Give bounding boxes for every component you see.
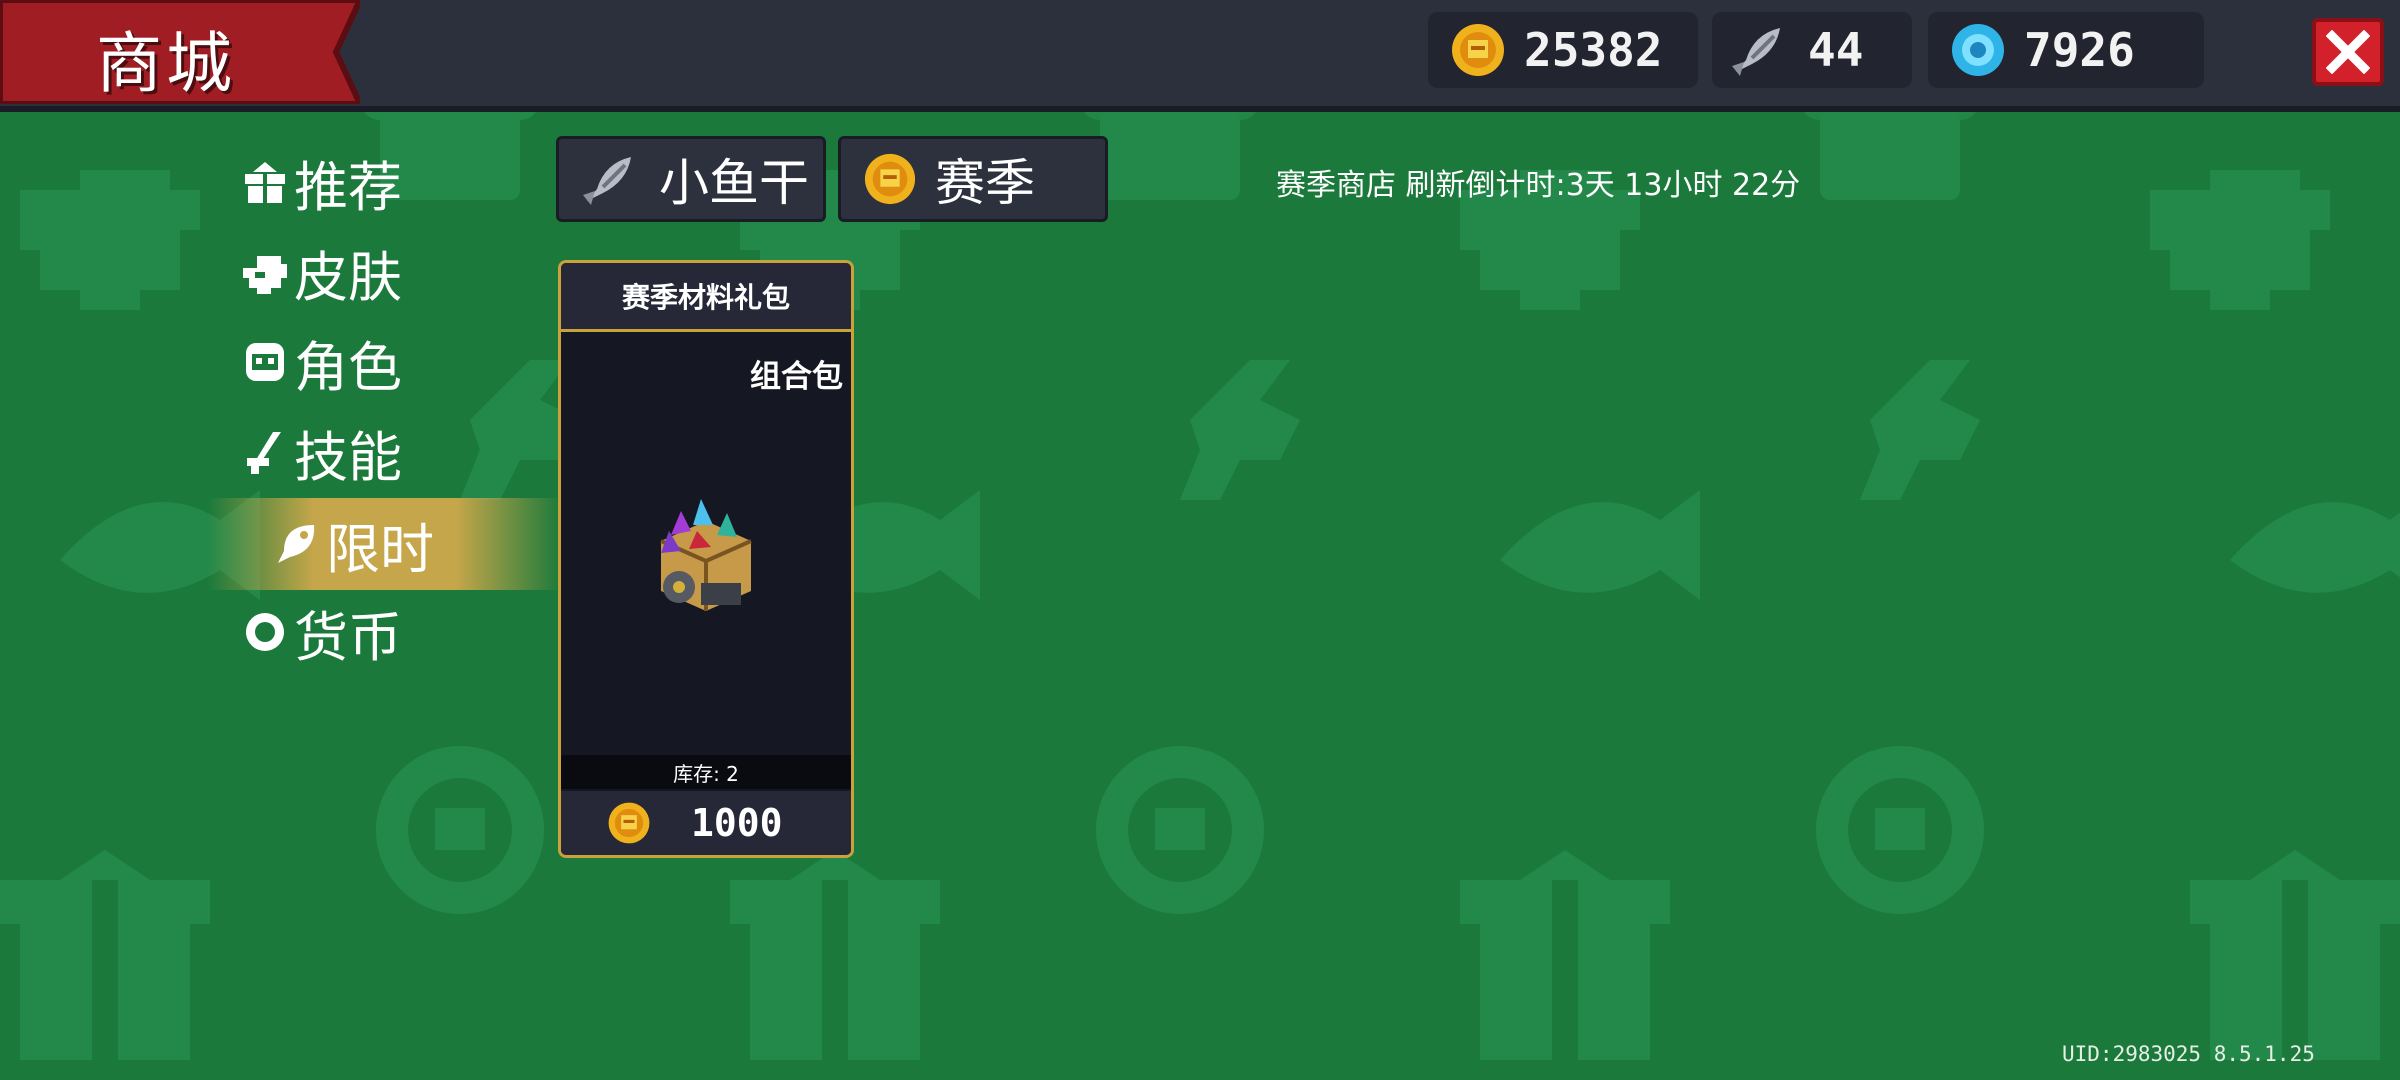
uid-version: UID:2983025 8.5.1.25 (2062, 1042, 2315, 1066)
tab-label: 小鱼干 (659, 154, 809, 212)
sidebar-item-label: 皮肤 (294, 245, 402, 309)
dried-fish-icon (581, 151, 641, 207)
close-icon (2326, 30, 2370, 74)
tab-season[interactable]: 赛季 (838, 136, 1108, 222)
sidebar-item-characters[interactable]: 角色 (240, 322, 500, 402)
gold-counter: 25382 (1428, 12, 1698, 88)
gem-icon (1950, 22, 2006, 78)
dried-fish-icon (1730, 22, 1790, 78)
sidebar-item-limited[interactable]: 限时 (208, 498, 562, 590)
sidebar-item-skills[interactable]: 技能 (240, 412, 500, 492)
skill-icon (240, 427, 290, 477)
item-tag: 组合包 (750, 359, 843, 395)
gift-icon (240, 157, 290, 207)
top-bar: 商城 25382 44 7926 (0, 0, 2400, 112)
title-banner: 商城 (0, 0, 360, 104)
item-price: 1000 (691, 801, 783, 845)
item-title: 赛季材料礼包 (561, 263, 851, 332)
fish-counter: 44 (1712, 12, 1912, 88)
shop-item-card[interactable]: 赛季材料礼包 组合包 库存: 2 1000 (558, 260, 854, 858)
gem-counter: 7926 (1928, 12, 2204, 88)
gold-amount: 25382 (1524, 23, 1663, 77)
sidebar-item-label: 角色 (294, 335, 402, 399)
material-pack-image (641, 491, 771, 625)
shop-refresh-countdown: 赛季商店 刷新倒计时:3天 13小时 22分 (1276, 168, 1801, 203)
fish-amount: 44 (1808, 23, 1864, 77)
tab-label: 赛季 (935, 154, 1035, 212)
gold-coin-icon (863, 152, 917, 206)
page-title: 商城 (96, 25, 236, 102)
gem-amount: 7926 (2024, 23, 2135, 77)
close-button[interactable] (2312, 18, 2384, 86)
tab-dried-fish[interactable]: 小鱼干 (556, 136, 826, 222)
sidebar-item-label: 限时 (326, 517, 434, 581)
sidebar-item-currency[interactable]: 货币 (240, 592, 500, 672)
item-stock: 库存: 2 (561, 755, 851, 789)
sidebar-item-label: 技能 (294, 425, 402, 489)
gold-coin-icon (1450, 22, 1506, 78)
character-icon (240, 337, 290, 387)
sidebar-item-label: 货币 (294, 605, 402, 669)
sidebar-item-skins[interactable]: 皮肤 (240, 232, 500, 312)
coin-icon (240, 607, 290, 657)
helmet-icon (240, 247, 290, 297)
gold-coin-icon (607, 801, 651, 845)
sidebar-item-recommend[interactable]: 推荐 (240, 142, 500, 222)
sidebar-item-label: 推荐 (294, 155, 402, 219)
fish-icon (272, 519, 322, 569)
buy-button[interactable]: 1000 (561, 791, 851, 855)
